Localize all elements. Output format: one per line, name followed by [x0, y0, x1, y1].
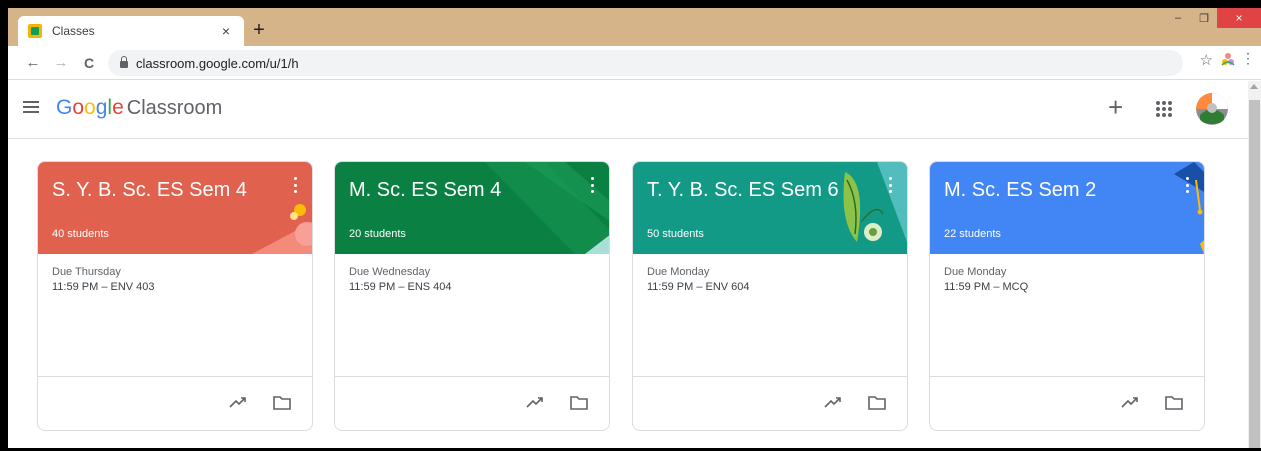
class-card-footer — [930, 376, 1204, 430]
trending-up-icon[interactable] — [228, 394, 248, 412]
class-card-due: Due Monday 11:59 PM – ENV 604 — [647, 266, 750, 293]
due-assignment-link[interactable]: 11:59 PM – MCQ — [944, 281, 1028, 293]
restore-button[interactable]: ❐ — [1191, 8, 1217, 28]
create-join-class-button[interactable]: + — [1108, 94, 1123, 120]
class-title[interactable]: S. Y. B. Sc. ES Sem 4 — [52, 179, 247, 202]
folder-icon[interactable] — [569, 394, 589, 412]
class-student-count[interactable]: 22 students — [944, 228, 1001, 240]
page-scrollbar[interactable] — [1248, 81, 1261, 448]
class-title[interactable]: M. Sc. ES Sem 2 — [944, 179, 1096, 202]
class-student-count[interactable]: 50 students — [647, 228, 704, 240]
new-tab-button[interactable]: + — [250, 20, 268, 40]
classroom-favicon-icon — [28, 24, 42, 38]
due-assignment-link[interactable]: 11:59 PM – ENV 604 — [647, 281, 750, 293]
folder-icon[interactable] — [867, 394, 887, 412]
folder-icon[interactable] — [272, 394, 292, 412]
back-button[interactable]: ← — [20, 50, 46, 76]
class-student-count[interactable]: 40 students — [52, 228, 109, 240]
class-card-header[interactable]: M. Sc. ES Sem 4 20 students — [335, 162, 609, 254]
class-card-footer — [335, 376, 609, 430]
class-student-count[interactable]: 20 students — [349, 228, 406, 240]
trending-up-icon[interactable] — [823, 394, 843, 412]
product-name: Classroom — [126, 97, 223, 119]
class-card-footer — [633, 376, 907, 430]
tab-strip: Classes × + ‒ ❐ × — [8, 8, 1261, 46]
class-card-header[interactable]: S. Y. B. Sc. ES Sem 4 40 students — [38, 162, 312, 254]
trending-up-icon[interactable] — [1120, 394, 1140, 412]
class-card-header[interactable]: M. Sc. ES Sem 2 22 students — [930, 162, 1204, 254]
account-avatar[interactable] — [1196, 93, 1228, 125]
class-card[interactable]: M. Sc. ES Sem 2 22 students Due Monday 1… — [929, 161, 1205, 431]
logo-letter: o — [72, 96, 85, 119]
class-card[interactable]: M. Sc. ES Sem 4 20 students Due Wednesda… — [334, 161, 610, 431]
class-card-due: Due Wednesday 11:59 PM – ENS 404 — [349, 266, 452, 293]
tab-close-icon[interactable]: × — [218, 23, 234, 39]
browser-menu-icon[interactable]: ⋮ — [1241, 51, 1255, 65]
address-bar[interactable]: classroom.google.com/u/1/h — [108, 50, 1183, 76]
forward-button[interactable]: → — [48, 50, 74, 76]
folder-icon[interactable] — [1164, 394, 1184, 412]
trending-up-icon[interactable] — [525, 394, 545, 412]
scrollbar-thumb[interactable] — [1249, 100, 1260, 448]
class-title[interactable]: M. Sc. ES Sem 4 — [349, 179, 501, 202]
logo-letter: o — [84, 96, 96, 119]
due-label: Due Monday — [944, 266, 1007, 278]
logo-letter: e — [112, 96, 124, 119]
more-vert-icon[interactable] — [889, 177, 893, 193]
due-label: Due Thursday — [52, 266, 121, 278]
lock-icon[interactable] — [120, 56, 128, 68]
google-classroom-logo[interactable]: Google Classroom — [56, 96, 222, 120]
class-card[interactable]: T. Y. B. Sc. ES Sem 6 50 students Due Mo… — [632, 161, 908, 431]
due-label: Due Monday — [647, 266, 710, 278]
browser-toolbar: ← → C classroom.google.com/u/1/h ☆ ⋮ — [8, 46, 1261, 80]
main-menu-icon[interactable] — [23, 101, 39, 113]
logo-letter: G — [56, 96, 73, 119]
extension-icon[interactable] — [1219, 50, 1237, 68]
card-illustration — [843, 162, 907, 242]
due-assignment-link[interactable]: 11:59 PM – ENV 403 — [52, 281, 155, 293]
scroll-up-arrow-icon[interactable] — [1250, 84, 1258, 89]
tab-classes[interactable]: Classes × — [18, 16, 244, 46]
due-label: Due Wednesday — [349, 266, 431, 278]
bookmark-star-icon[interactable]: ☆ — [1200, 51, 1213, 69]
tab-title: Classes — [52, 24, 95, 38]
google-apps-icon[interactable] — [1156, 101, 1172, 117]
close-window-button[interactable]: × — [1217, 8, 1261, 28]
browser-window: Classes × + ‒ ❐ × ← → C classroom.google… — [8, 8, 1261, 448]
class-title[interactable]: T. Y. B. Sc. ES Sem 6 — [647, 179, 839, 202]
class-card-footer — [38, 376, 312, 430]
class-card-header[interactable]: T. Y. B. Sc. ES Sem 6 50 students — [633, 162, 907, 254]
more-vert-icon[interactable] — [294, 177, 298, 193]
class-card-due: Due Thursday 11:59 PM – ENV 403 — [52, 266, 155, 293]
more-vert-icon[interactable] — [591, 177, 595, 193]
minimize-button[interactable]: ‒ — [1165, 8, 1191, 28]
class-card-due: Due Monday 11:59 PM – MCQ — [944, 266, 1028, 293]
window-controls: ‒ ❐ × — [1165, 8, 1261, 30]
class-card[interactable]: S. Y. B. Sc. ES Sem 4 40 students Due Th… — [37, 161, 313, 431]
logo-letter: g — [95, 96, 108, 119]
reload-button[interactable]: C — [76, 50, 102, 76]
classroom-header: Google Classroom + — [8, 81, 1248, 139]
more-vert-icon[interactable] — [1186, 177, 1190, 193]
url-text[interactable]: classroom.google.com/u/1/h — [136, 56, 299, 71]
due-assignment-link[interactable]: 11:59 PM – ENS 404 — [349, 281, 452, 293]
card-illustration — [485, 162, 609, 254]
card-illustration — [1174, 162, 1204, 254]
